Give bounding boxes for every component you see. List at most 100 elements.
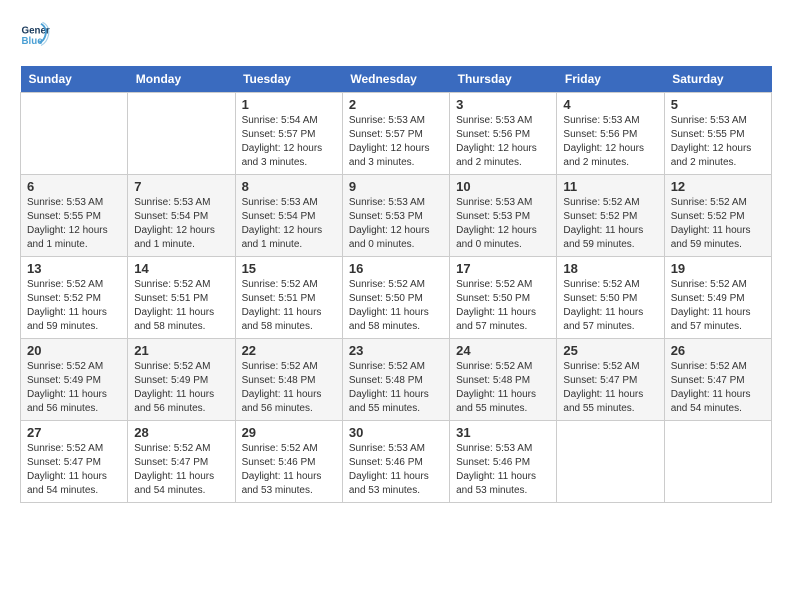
- day-number: 13: [27, 261, 121, 276]
- calendar-cell: 22 Sunrise: 5:52 AM Sunset: 5:48 PM Dayli…: [235, 339, 342, 421]
- calendar-cell: 8 Sunrise: 5:53 AM Sunset: 5:54 PM Daylig…: [235, 175, 342, 257]
- day-detail: Sunrise: 5:52 AM Sunset: 5:48 PM Dayligh…: [242, 360, 336, 416]
- calendar-cell: 24 Sunrise: 5:52 AM Sunset: 5:48 PM Dayli…: [450, 339, 557, 421]
- day-number: 3: [456, 97, 550, 112]
- calendar-cell: 19 Sunrise: 5:52 AM Sunset: 5:49 PM Dayli…: [664, 257, 771, 339]
- day-number: 4: [563, 97, 657, 112]
- calendar-cell: [21, 93, 128, 175]
- header-thursday: Thursday: [450, 66, 557, 93]
- header-saturday: Saturday: [664, 66, 771, 93]
- day-detail: Sunrise: 5:52 AM Sunset: 5:50 PM Dayligh…: [456, 278, 550, 334]
- calendar-cell: 30 Sunrise: 5:53 AM Sunset: 5:46 PM Dayli…: [342, 421, 449, 503]
- day-number: 12: [671, 179, 765, 194]
- logo-icon: General Blue: [20, 20, 50, 50]
- calendar-cell: 14 Sunrise: 5:52 AM Sunset: 5:51 PM Dayli…: [128, 257, 235, 339]
- day-detail: Sunrise: 5:53 AM Sunset: 5:57 PM Dayligh…: [349, 114, 443, 170]
- header-friday: Friday: [557, 66, 664, 93]
- day-detail: Sunrise: 5:52 AM Sunset: 5:52 PM Dayligh…: [671, 196, 765, 252]
- day-number: 17: [456, 261, 550, 276]
- day-number: 29: [242, 425, 336, 440]
- calendar-table: SundayMondayTuesdayWednesdayThursdayFrid…: [20, 66, 772, 503]
- day-number: 16: [349, 261, 443, 276]
- calendar-cell: 18 Sunrise: 5:52 AM Sunset: 5:50 PM Dayli…: [557, 257, 664, 339]
- day-number: 24: [456, 343, 550, 358]
- day-number: 25: [563, 343, 657, 358]
- day-number: 5: [671, 97, 765, 112]
- day-detail: Sunrise: 5:52 AM Sunset: 5:47 PM Dayligh…: [563, 360, 657, 416]
- day-detail: Sunrise: 5:53 AM Sunset: 5:55 PM Dayligh…: [671, 114, 765, 170]
- calendar-cell: 11 Sunrise: 5:52 AM Sunset: 5:52 PM Dayli…: [557, 175, 664, 257]
- day-number: 11: [563, 179, 657, 194]
- day-number: 6: [27, 179, 121, 194]
- calendar-cell: 16 Sunrise: 5:52 AM Sunset: 5:50 PM Dayli…: [342, 257, 449, 339]
- day-detail: Sunrise: 5:53 AM Sunset: 5:54 PM Dayligh…: [242, 196, 336, 252]
- day-detail: Sunrise: 5:52 AM Sunset: 5:51 PM Dayligh…: [134, 278, 228, 334]
- calendar-cell: 25 Sunrise: 5:52 AM Sunset: 5:47 PM Dayli…: [557, 339, 664, 421]
- calendar-cell: [128, 93, 235, 175]
- calendar-cell: 2 Sunrise: 5:53 AM Sunset: 5:57 PM Daylig…: [342, 93, 449, 175]
- calendar-cell: 28Sunrise: 5:52 AM Sunset: 5:47 PM Dayli…: [128, 421, 235, 503]
- day-number: 9: [349, 179, 443, 194]
- day-number: 10: [456, 179, 550, 194]
- calendar-cell: 10 Sunrise: 5:53 AM Sunset: 5:53 PM Dayli…: [450, 175, 557, 257]
- day-detail: Sunrise: 5:52 AM Sunset: 5:50 PM Dayligh…: [349, 278, 443, 334]
- day-detail: Sunrise: 5:52 AM Sunset: 5:48 PM Dayligh…: [349, 360, 443, 416]
- day-detail: Sunrise: 5:52 AM Sunset: 5:52 PM Dayligh…: [563, 196, 657, 252]
- calendar-cell: 1 Sunrise: 5:54 AM Sunset: 5:57 PM Daylig…: [235, 93, 342, 175]
- day-number: 19: [671, 261, 765, 276]
- calendar-cell: 21Sunrise: 5:52 AM Sunset: 5:49 PM Dayli…: [128, 339, 235, 421]
- day-number: 28: [134, 425, 228, 440]
- day-number: 2: [349, 97, 443, 112]
- day-number: 7: [134, 179, 228, 194]
- day-detail: Sunrise: 5:52 AM Sunset: 5:47 PM Dayligh…: [671, 360, 765, 416]
- day-detail: Sunrise: 5:52 AM Sunset: 5:46 PM Dayligh…: [242, 442, 336, 498]
- day-number: 18: [563, 261, 657, 276]
- week-row-5: 27 Sunrise: 5:52 AM Sunset: 5:47 PM Dayli…: [21, 421, 772, 503]
- day-detail: Sunrise: 5:54 AM Sunset: 5:57 PM Dayligh…: [242, 114, 336, 170]
- day-number: 22: [242, 343, 336, 358]
- day-number: 14: [134, 261, 228, 276]
- day-number: 27: [27, 425, 121, 440]
- day-detail: Sunrise: 5:52 AM Sunset: 5:49 PM Dayligh…: [671, 278, 765, 334]
- calendar-cell: 7 Sunrise: 5:53 AM Sunset: 5:54 PM Daylig…: [128, 175, 235, 257]
- calendar-header-row: SundayMondayTuesdayWednesdayThursdayFrid…: [21, 66, 772, 93]
- header-sunday: Sunday: [21, 66, 128, 93]
- day-number: 15: [242, 261, 336, 276]
- page-header: General Blue: [20, 20, 772, 50]
- day-number: 20: [27, 343, 121, 358]
- calendar-cell: 27 Sunrise: 5:52 AM Sunset: 5:47 PM Dayli…: [21, 421, 128, 503]
- week-row-3: 13 Sunrise: 5:52 AM Sunset: 5:52 PM Dayli…: [21, 257, 772, 339]
- calendar-cell: 26Sunrise: 5:52 AM Sunset: 5:47 PM Dayli…: [664, 339, 771, 421]
- day-number: 1: [242, 97, 336, 112]
- calendar-cell: 15 Sunrise: 5:52 AM Sunset: 5:51 PM Dayli…: [235, 257, 342, 339]
- day-detail: Sunrise: 5:52 AM Sunset: 5:49 PM Dayligh…: [27, 360, 121, 416]
- calendar-cell: 20 Sunrise: 5:52 AM Sunset: 5:49 PM Dayli…: [21, 339, 128, 421]
- day-number: 23: [349, 343, 443, 358]
- day-detail: Sunrise: 5:53 AM Sunset: 5:56 PM Dayligh…: [563, 114, 657, 170]
- day-detail: Sunrise: 5:52 AM Sunset: 5:50 PM Dayligh…: [563, 278, 657, 334]
- day-number: 8: [242, 179, 336, 194]
- calendar-cell: 9Sunrise: 5:53 AM Sunset: 5:53 PM Daylig…: [342, 175, 449, 257]
- calendar-cell: 23 Sunrise: 5:52 AM Sunset: 5:48 PM Dayli…: [342, 339, 449, 421]
- header-wednesday: Wednesday: [342, 66, 449, 93]
- calendar-cell: 31Sunrise: 5:53 AM Sunset: 5:46 PM Dayli…: [450, 421, 557, 503]
- day-detail: Sunrise: 5:53 AM Sunset: 5:46 PM Dayligh…: [349, 442, 443, 498]
- week-row-4: 20 Sunrise: 5:52 AM Sunset: 5:49 PM Dayli…: [21, 339, 772, 421]
- calendar-cell: 12 Sunrise: 5:52 AM Sunset: 5:52 PM Dayli…: [664, 175, 771, 257]
- day-number: 30: [349, 425, 443, 440]
- week-row-1: 1 Sunrise: 5:54 AM Sunset: 5:57 PM Daylig…: [21, 93, 772, 175]
- calendar-cell: [664, 421, 771, 503]
- day-detail: Sunrise: 5:53 AM Sunset: 5:56 PM Dayligh…: [456, 114, 550, 170]
- day-detail: Sunrise: 5:53 AM Sunset: 5:54 PM Dayligh…: [134, 196, 228, 252]
- logo: General Blue: [20, 20, 54, 50]
- day-number: 31: [456, 425, 550, 440]
- calendar-cell: 29 Sunrise: 5:52 AM Sunset: 5:46 PM Dayli…: [235, 421, 342, 503]
- calendar-cell: 3 Sunrise: 5:53 AM Sunset: 5:56 PM Daylig…: [450, 93, 557, 175]
- day-detail: Sunrise: 5:53 AM Sunset: 5:53 PM Dayligh…: [456, 196, 550, 252]
- calendar-cell: 4 Sunrise: 5:53 AM Sunset: 5:56 PM Daylig…: [557, 93, 664, 175]
- day-detail: Sunrise: 5:52 AM Sunset: 5:51 PM Dayligh…: [242, 278, 336, 334]
- day-detail: Sunrise: 5:52 AM Sunset: 5:48 PM Dayligh…: [456, 360, 550, 416]
- day-detail: Sunrise: 5:53 AM Sunset: 5:55 PM Dayligh…: [27, 196, 121, 252]
- day-detail: Sunrise: 5:52 AM Sunset: 5:52 PM Dayligh…: [27, 278, 121, 334]
- day-detail: Sunrise: 5:52 AM Sunset: 5:47 PM Dayligh…: [27, 442, 121, 498]
